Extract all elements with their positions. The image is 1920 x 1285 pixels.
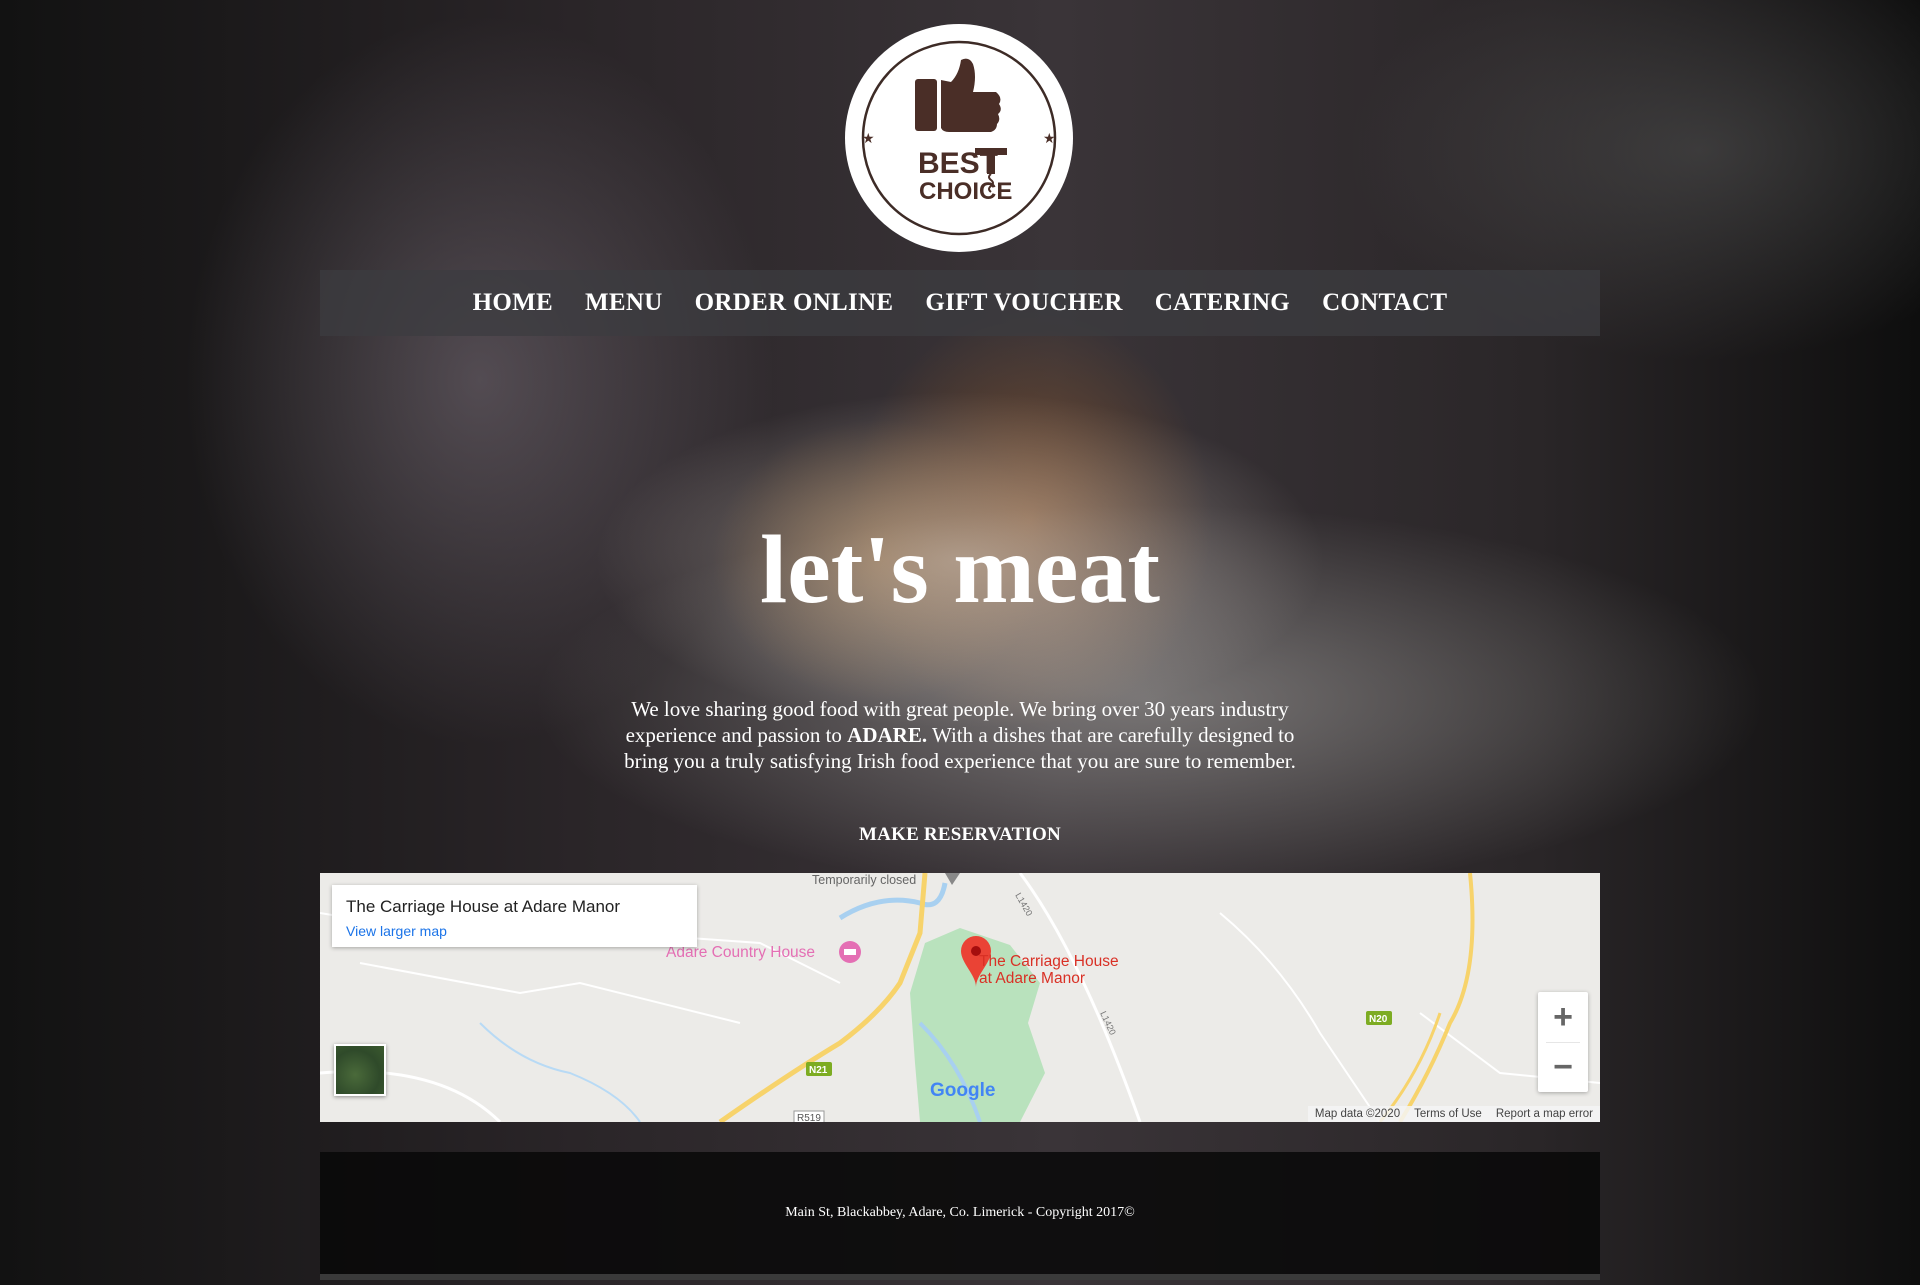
logo-text-choice: CHOICE <box>919 178 1012 205</box>
nav-gift-voucher-link[interactable]: GIFT VOUCHER <box>925 289 1122 317</box>
report-map-error-link[interactable]: Report a map error <box>1496 1108 1593 1120</box>
svg-text:★: ★ <box>862 131 875 147</box>
map-data-credit: Map data ©2020 <box>1314 1108 1401 1120</box>
google-map[interactable]: N21 N20 R519 L1420 L1420 Temporarily clo… <box>320 873 1600 1122</box>
page-footer: Main St, Blackabbey, Adare, Co. Limerick… <box>320 1152 1600 1274</box>
map-info-card: The Carriage House at Adare Manor View l… <box>332 885 697 947</box>
google-logo: Google <box>930 1080 995 1102</box>
map-place-label-line-1: The Carriage House <box>979 953 1119 970</box>
zoom-in-button[interactable]: + <box>1538 992 1588 1042</box>
nav-home-link[interactable]: HOME <box>473 289 553 317</box>
nav-catering-link[interactable]: CATERING <box>1155 289 1290 317</box>
road-label-n20: N20 <box>1369 1014 1388 1025</box>
nav-contact-link[interactable]: CONTACT <box>1322 289 1447 317</box>
hero-text-bold: ADARE. <box>847 723 928 747</box>
hero-title: let's meat <box>760 516 1160 624</box>
make-reservation-link[interactable]: MAKE RESERVATION <box>0 824 1920 846</box>
road-label-n21: N21 <box>809 1065 828 1076</box>
svg-text:★: ★ <box>1043 131 1056 147</box>
map-place-label-line-2: at Adare Manor <box>979 970 1085 987</box>
google-logo-text: Google <box>930 1080 996 1101</box>
road-label-r519: R519 <box>797 1113 821 1122</box>
footer-bottom-bar <box>320 1274 1600 1280</box>
road-label-l1420-a: L1420 <box>1013 891 1034 918</box>
map-attribution-bar: Map data ©2020 Terms of Use Report a map… <box>1307 1106 1600 1122</box>
view-larger-map-link[interactable]: View larger map <box>346 923 683 939</box>
terms-of-use-link[interactable]: Terms of Use <box>1414 1108 1482 1120</box>
hero-description: We love sharing good food with great peo… <box>620 696 1300 774</box>
map-zoom-controls: + − <box>1538 992 1588 1092</box>
zoom-out-button[interactable]: − <box>1538 1042 1588 1092</box>
best-choice-logo[interactable]: ★ ★ BEST CHOICE <box>845 24 1073 252</box>
main-navigation: HOME MENU ORDER ONLINE GIFT VOUCHER CATE… <box>320 270 1600 336</box>
zoom-divider <box>1546 1042 1580 1043</box>
nav-menu-link[interactable]: MENU <box>585 289 663 317</box>
logo-emblem: ★ ★ BEST CHOICE <box>861 40 1057 236</box>
map-place-label[interactable]: The Carriage House at Adare Manor <box>979 953 1119 987</box>
satellite-toggle-button[interactable] <box>334 1044 386 1096</box>
footer-address-copyright: Main St, Blackabbey, Adare, Co. Limerick… <box>785 1205 1135 1220</box>
map-card-title: The Carriage House at Adare Manor <box>346 897 621 916</box>
map-closed-label: Temporarily closed <box>812 873 917 887</box>
nav-order-online-link[interactable]: ORDER ONLINE <box>695 289 894 317</box>
